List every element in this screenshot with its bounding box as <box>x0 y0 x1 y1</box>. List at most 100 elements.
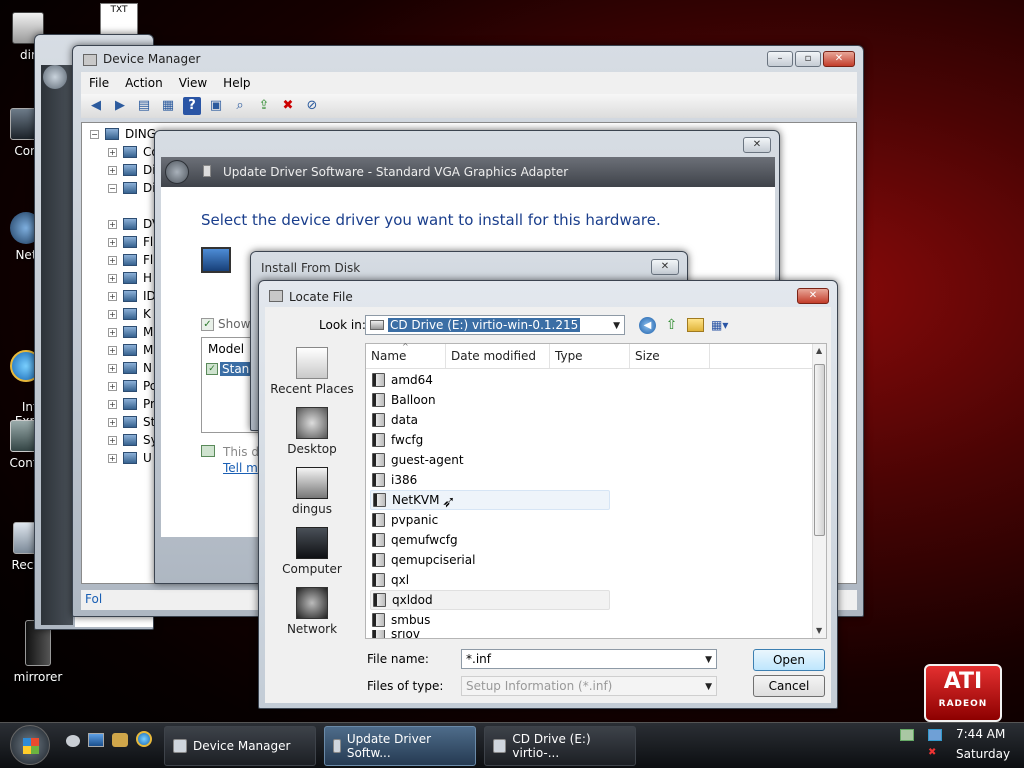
show-hide-tree-icon[interactable]: ▤ <box>135 97 153 115</box>
file-row[interactable]: Balloon <box>370 390 436 410</box>
tree-item[interactable]: + ID <box>108 287 156 305</box>
back-icon[interactable]: ◀ <box>639 317 656 334</box>
tree-item[interactable]: + Di <box>108 161 156 179</box>
expand-icon[interactable]: + <box>108 237 117 247</box>
file-row[interactable]: amd64 <box>370 370 433 390</box>
locate-file-window[interactable]: Locate File ✕ Look in: CD Drive (E:) vir… <box>258 280 838 709</box>
disable-icon[interactable]: ⊘ <box>303 97 321 115</box>
file-type-dropdown[interactable]: Setup Information (*.inf) <box>461 676 717 696</box>
tray-network-2-icon[interactable] <box>928 729 942 741</box>
menu-file[interactable]: File <box>89 76 109 90</box>
file-row[interactable]: pvpanic <box>370 510 438 530</box>
tray-network-icon[interactable] <box>900 729 914 741</box>
clock-time[interactable]: 7:44 AM <box>956 727 1005 741</box>
expand-icon[interactable]: + <box>108 255 117 265</box>
view-menu-icon[interactable]: ▦▾ <box>711 317 737 334</box>
tree-item[interactable]: + Sy <box>108 431 158 449</box>
update-driver-icon[interactable]: ⇪ <box>255 97 273 115</box>
scrollbar-thumb[interactable] <box>814 364 825 536</box>
taskbar-item-device-manager[interactable]: Device Manager <box>164 726 316 766</box>
tree-item[interactable]: + Fl <box>108 233 153 251</box>
minimize-button[interactable]: – <box>767 51 793 67</box>
file-row[interactable]: fwcfg <box>370 430 423 450</box>
file-row[interactable]: qemupciserial <box>370 550 475 570</box>
tree-item[interactable]: + N <box>108 359 152 377</box>
clock-day[interactable]: Saturday <box>956 747 1010 761</box>
expand-icon[interactable]: + <box>108 363 117 373</box>
column-date-modified[interactable]: Date modified <box>446 344 550 368</box>
column-type[interactable]: Type <box>550 344 630 368</box>
close-button[interactable]: ✕ <box>743 137 771 153</box>
expand-icon[interactable]: + <box>108 453 117 463</box>
scroll-up-icon[interactable]: ▲ <box>816 346 822 355</box>
tree-item[interactable]: + H <box>108 269 152 287</box>
properties-icon[interactable]: ▦ <box>159 97 177 115</box>
file-row[interactable]: smbus <box>370 610 430 630</box>
open-button[interactable]: Open <box>753 649 825 671</box>
quick-launch-ie-icon[interactable] <box>136 731 152 747</box>
column-size[interactable]: Size <box>630 344 710 368</box>
expand-icon[interactable]: + <box>108 165 117 175</box>
txt-file-icon[interactable]: TXT <box>100 3 138 35</box>
help-icon[interactable]: ? <box>183 97 201 115</box>
file-row[interactable]: qemufwcfg <box>370 530 458 550</box>
menu-help[interactable]: Help <box>223 76 250 90</box>
close-button[interactable]: ✕ <box>797 288 829 304</box>
signing-info-link[interactable]: Tell m <box>223 461 258 475</box>
back-arrow-icon[interactable] <box>165 160 189 184</box>
file-row-selected[interactable]: qxldod <box>370 590 610 610</box>
expand-icon[interactable]: + <box>108 147 117 157</box>
show-compatible-checkbox[interactable]: ✓ <box>201 317 214 331</box>
file-row[interactable]: i386 <box>370 470 417 490</box>
place-computer[interactable]: Computer <box>269 527 355 576</box>
vertical-scrollbar[interactable]: ▲ ▼ <box>812 344 826 638</box>
close-button[interactable]: ✕ <box>823 51 855 67</box>
quick-launch-tool-icon[interactable] <box>112 733 128 747</box>
back-nav-icon[interactable] <box>43 65 67 89</box>
quick-launch-switch-windows-icon[interactable] <box>88 733 104 747</box>
menu-view[interactable]: View <box>179 76 207 90</box>
place-user[interactable]: dingus <box>269 467 355 516</box>
quick-launch-show-desktop-icon[interactable] <box>66 735 80 747</box>
tree-root[interactable]: − DING <box>90 125 156 143</box>
expand-icon[interactable]: + <box>108 291 117 301</box>
uninstall-icon[interactable]: ✖ <box>279 97 297 115</box>
file-row[interactable]: qxl <box>370 570 409 590</box>
tree-item[interactable]: + K <box>108 305 151 323</box>
tree-item[interactable]: + M <box>108 323 153 341</box>
collapse-icon[interactable]: − <box>90 129 99 139</box>
taskbar-item-update-driver[interactable]: Update Driver Softw... <box>324 726 476 766</box>
close-button[interactable]: ✕ <box>651 259 679 275</box>
expand-icon[interactable]: + <box>108 381 117 391</box>
look-in-dropdown[interactable]: CD Drive (E:) virtio-win-0.1.215 <box>365 315 625 335</box>
cancel-button[interactable]: Cancel <box>753 675 825 697</box>
view-icon[interactable]: ▣ <box>207 97 225 115</box>
tree-item[interactable]: + St <box>108 413 155 431</box>
expand-icon[interactable]: + <box>108 309 117 319</box>
expand-icon[interactable]: + <box>108 273 117 283</box>
tree-item[interactable]: + Fl <box>108 251 153 269</box>
scroll-down-icon[interactable]: ▼ <box>816 626 822 635</box>
file-name-input[interactable]: *.inf <box>461 649 717 669</box>
start-button[interactable] <box>10 725 50 765</box>
expand-icon[interactable]: + <box>108 399 117 409</box>
file-row[interactable]: data <box>370 410 418 430</box>
place-network[interactable]: Network <box>269 587 355 636</box>
file-row-hover[interactable]: NetKVM <box>370 490 610 510</box>
place-recent-places[interactable]: Recent Places <box>269 347 355 396</box>
maximize-button[interactable]: ▫ <box>795 51 821 67</box>
forward-arrow-icon[interactable]: ▶ <box>111 97 129 115</box>
menu-action[interactable]: Action <box>125 76 163 90</box>
up-folder-icon[interactable]: ⇧ <box>663 317 680 334</box>
tree-item[interactable]: + Pr <box>108 395 155 413</box>
expand-icon[interactable]: + <box>108 327 117 337</box>
new-folder-icon[interactable] <box>687 318 704 332</box>
expand-icon[interactable]: + <box>108 345 117 355</box>
place-desktop[interactable]: Desktop <box>269 407 355 456</box>
tray-volume-icon[interactable]: ✖ <box>928 747 942 759</box>
expand-icon[interactable]: + <box>108 219 117 229</box>
tree-item[interactable]: + M <box>108 341 153 359</box>
file-row[interactable]: sriov <box>370 630 420 638</box>
taskbar-item-cd-drive[interactable]: CD Drive (E:) virtio-... <box>484 726 636 766</box>
tree-item[interactable]: + U <box>108 449 152 467</box>
